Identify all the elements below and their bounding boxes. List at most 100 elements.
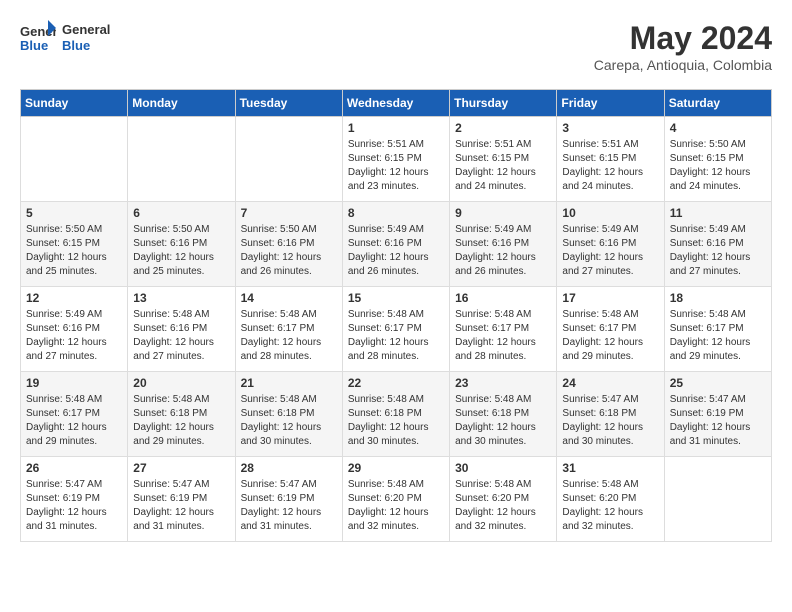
week-row-4: 19 Sunrise: 5:48 AM Sunset: 6:17 PM Dayli… <box>21 372 772 457</box>
cell-content: Sunrise: 5:49 AM Sunset: 6:16 PM Dayligh… <box>348 223 444 279</box>
month-title: May 2024 <box>594 20 772 57</box>
day-number: 15 <box>348 291 444 305</box>
cell-w3-d1: 13 Sunrise: 5:48 AM Sunset: 6:16 PM Dayli… <box>128 287 235 372</box>
cell-w1-d3: 1 Sunrise: 5:51 AM Sunset: 6:15 PM Daylig… <box>342 117 449 202</box>
cell-content: Sunrise: 5:47 AM Sunset: 6:19 PM Dayligh… <box>241 478 337 534</box>
day-number: 1 <box>348 121 444 135</box>
cell-w4-d0: 19 Sunrise: 5:48 AM Sunset: 6:17 PM Dayli… <box>21 372 128 457</box>
cell-w1-d1 <box>128 117 235 202</box>
day-number: 3 <box>562 121 658 135</box>
calendar-table: Sunday Monday Tuesday Wednesday Thursday… <box>20 89 772 542</box>
cell-content: Sunrise: 5:51 AM Sunset: 6:15 PM Dayligh… <box>348 138 444 194</box>
day-number: 13 <box>133 291 229 305</box>
week-row-1: 1 Sunrise: 5:51 AM Sunset: 6:15 PM Daylig… <box>21 117 772 202</box>
logo-line2: Blue <box>62 38 110 54</box>
logo-icon: General Blue <box>20 20 56 56</box>
day-number: 12 <box>26 291 122 305</box>
col-sunday: Sunday <box>21 90 128 117</box>
col-monday: Monday <box>128 90 235 117</box>
cell-w1-d0 <box>21 117 128 202</box>
cell-w2-d5: 10 Sunrise: 5:49 AM Sunset: 6:16 PM Dayli… <box>557 202 664 287</box>
cell-w2-d1: 6 Sunrise: 5:50 AM Sunset: 6:16 PM Daylig… <box>128 202 235 287</box>
day-number: 31 <box>562 461 658 475</box>
cell-content: Sunrise: 5:51 AM Sunset: 6:15 PM Dayligh… <box>562 138 658 194</box>
col-tuesday: Tuesday <box>235 90 342 117</box>
cell-content: Sunrise: 5:47 AM Sunset: 6:19 PM Dayligh… <box>26 478 122 534</box>
cell-w1-d2 <box>235 117 342 202</box>
cell-content: Sunrise: 5:48 AM Sunset: 6:17 PM Dayligh… <box>348 308 444 364</box>
day-number: 21 <box>241 376 337 390</box>
day-number: 2 <box>455 121 551 135</box>
week-row-5: 26Sunrise: 5:47 AM Sunset: 6:19 PM Dayli… <box>21 457 772 542</box>
cell-content: Sunrise: 5:47 AM Sunset: 6:18 PM Dayligh… <box>562 393 658 449</box>
cell-content: Sunrise: 5:48 AM Sunset: 6:17 PM Dayligh… <box>562 308 658 364</box>
cell-w3-d0: 12 Sunrise: 5:49 AM Sunset: 6:16 PM Dayli… <box>21 287 128 372</box>
cell-content: Sunrise: 5:50 AM Sunset: 6:16 PM Dayligh… <box>241 223 337 279</box>
day-number: 8 <box>348 206 444 220</box>
location: Carepa, Antioquia, Colombia <box>594 57 772 73</box>
cell-content: Sunrise: 5:50 AM Sunset: 6:15 PM Dayligh… <box>670 138 766 194</box>
cell-content: Sunrise: 5:48 AM Sunset: 6:20 PM Dayligh… <box>348 478 444 534</box>
cell-content: Sunrise: 5:48 AM Sunset: 6:17 PM Dayligh… <box>455 308 551 364</box>
cell-content: Sunrise: 5:48 AM Sunset: 6:17 PM Dayligh… <box>670 308 766 364</box>
day-number: 24 <box>562 376 658 390</box>
day-number: 22 <box>348 376 444 390</box>
cell-w1-d5: 3 Sunrise: 5:51 AM Sunset: 6:15 PM Daylig… <box>557 117 664 202</box>
logo: General Blue General Blue <box>20 20 110 56</box>
cell-w3-d2: 14 Sunrise: 5:48 AM Sunset: 6:17 PM Dayli… <box>235 287 342 372</box>
cell-w2-d2: 7 Sunrise: 5:50 AM Sunset: 6:16 PM Daylig… <box>235 202 342 287</box>
cell-content: Sunrise: 5:48 AM Sunset: 6:20 PM Dayligh… <box>455 478 551 534</box>
day-number: 28 <box>241 461 337 475</box>
day-number: 20 <box>133 376 229 390</box>
cell-content: Sunrise: 5:48 AM Sunset: 6:18 PM Dayligh… <box>133 393 229 449</box>
cell-content: Sunrise: 5:48 AM Sunset: 6:16 PM Dayligh… <box>133 308 229 364</box>
cell-w5-d6 <box>664 457 771 542</box>
cell-content: Sunrise: 5:48 AM Sunset: 6:17 PM Dayligh… <box>26 393 122 449</box>
day-number: 5 <box>26 206 122 220</box>
cell-w2-d6: 11 Sunrise: 5:49 AM Sunset: 6:16 PM Dayli… <box>664 202 771 287</box>
cell-w1-d6: 4 Sunrise: 5:50 AM Sunset: 6:15 PM Daylig… <box>664 117 771 202</box>
cell-w4-d4: 23Sunrise: 5:48 AM Sunset: 6:18 PM Dayli… <box>450 372 557 457</box>
cell-w3-d4: 16Sunrise: 5:48 AM Sunset: 6:17 PM Dayli… <box>450 287 557 372</box>
day-number: 18 <box>670 291 766 305</box>
cell-w4-d5: 24 Sunrise: 5:47 AM Sunset: 6:18 PM Dayli… <box>557 372 664 457</box>
cell-content: Sunrise: 5:49 AM Sunset: 6:16 PM Dayligh… <box>562 223 658 279</box>
title-block: May 2024 Carepa, Antioquia, Colombia <box>594 20 772 73</box>
cell-w5-d5: 31 Sunrise: 5:48 AM Sunset: 6:20 PM Dayli… <box>557 457 664 542</box>
cell-content: Sunrise: 5:48 AM Sunset: 6:18 PM Dayligh… <box>348 393 444 449</box>
day-number: 25 <box>670 376 766 390</box>
cell-w2-d4: 9Sunrise: 5:49 AM Sunset: 6:16 PM Daylig… <box>450 202 557 287</box>
cell-w3-d5: 17 Sunrise: 5:48 AM Sunset: 6:17 PM Dayli… <box>557 287 664 372</box>
week-row-2: 5 Sunrise: 5:50 AM Sunset: 6:15 PM Daylig… <box>21 202 772 287</box>
cell-w2-d0: 5 Sunrise: 5:50 AM Sunset: 6:15 PM Daylig… <box>21 202 128 287</box>
day-number: 17 <box>562 291 658 305</box>
cell-content: Sunrise: 5:48 AM Sunset: 6:17 PM Dayligh… <box>241 308 337 364</box>
day-number: 14 <box>241 291 337 305</box>
cell-w3-d3: 15 Sunrise: 5:48 AM Sunset: 6:17 PM Dayli… <box>342 287 449 372</box>
cell-w3-d6: 18 Sunrise: 5:48 AM Sunset: 6:17 PM Dayli… <box>664 287 771 372</box>
cell-content: Sunrise: 5:49 AM Sunset: 6:16 PM Dayligh… <box>26 308 122 364</box>
page-header: General Blue General Blue May 2024 Carep… <box>20 20 772 73</box>
col-saturday: Saturday <box>664 90 771 117</box>
cell-content: Sunrise: 5:47 AM Sunset: 6:19 PM Dayligh… <box>133 478 229 534</box>
cell-content: Sunrise: 5:50 AM Sunset: 6:15 PM Dayligh… <box>26 223 122 279</box>
logo-line1: General <box>62 22 110 38</box>
svg-text:Blue: Blue <box>20 38 48 53</box>
day-number: 29 <box>348 461 444 475</box>
calendar-header-row: Sunday Monday Tuesday Wednesday Thursday… <box>21 90 772 117</box>
cell-content: Sunrise: 5:47 AM Sunset: 6:19 PM Dayligh… <box>670 393 766 449</box>
day-number: 11 <box>670 206 766 220</box>
day-number: 19 <box>26 376 122 390</box>
cell-content: Sunrise: 5:49 AM Sunset: 6:16 PM Dayligh… <box>670 223 766 279</box>
day-number: 23 <box>455 376 551 390</box>
cell-w5-d3: 29 Sunrise: 5:48 AM Sunset: 6:20 PM Dayli… <box>342 457 449 542</box>
day-number: 10 <box>562 206 658 220</box>
cell-w5-d4: 30Sunrise: 5:48 AM Sunset: 6:20 PM Dayli… <box>450 457 557 542</box>
cell-content: Sunrise: 5:50 AM Sunset: 6:16 PM Dayligh… <box>133 223 229 279</box>
day-number: 7 <box>241 206 337 220</box>
day-number: 6 <box>133 206 229 220</box>
cell-content: Sunrise: 5:48 AM Sunset: 6:20 PM Dayligh… <box>562 478 658 534</box>
cell-w2-d3: 8 Sunrise: 5:49 AM Sunset: 6:16 PM Daylig… <box>342 202 449 287</box>
cell-content: Sunrise: 5:48 AM Sunset: 6:18 PM Dayligh… <box>241 393 337 449</box>
day-number: 4 <box>670 121 766 135</box>
